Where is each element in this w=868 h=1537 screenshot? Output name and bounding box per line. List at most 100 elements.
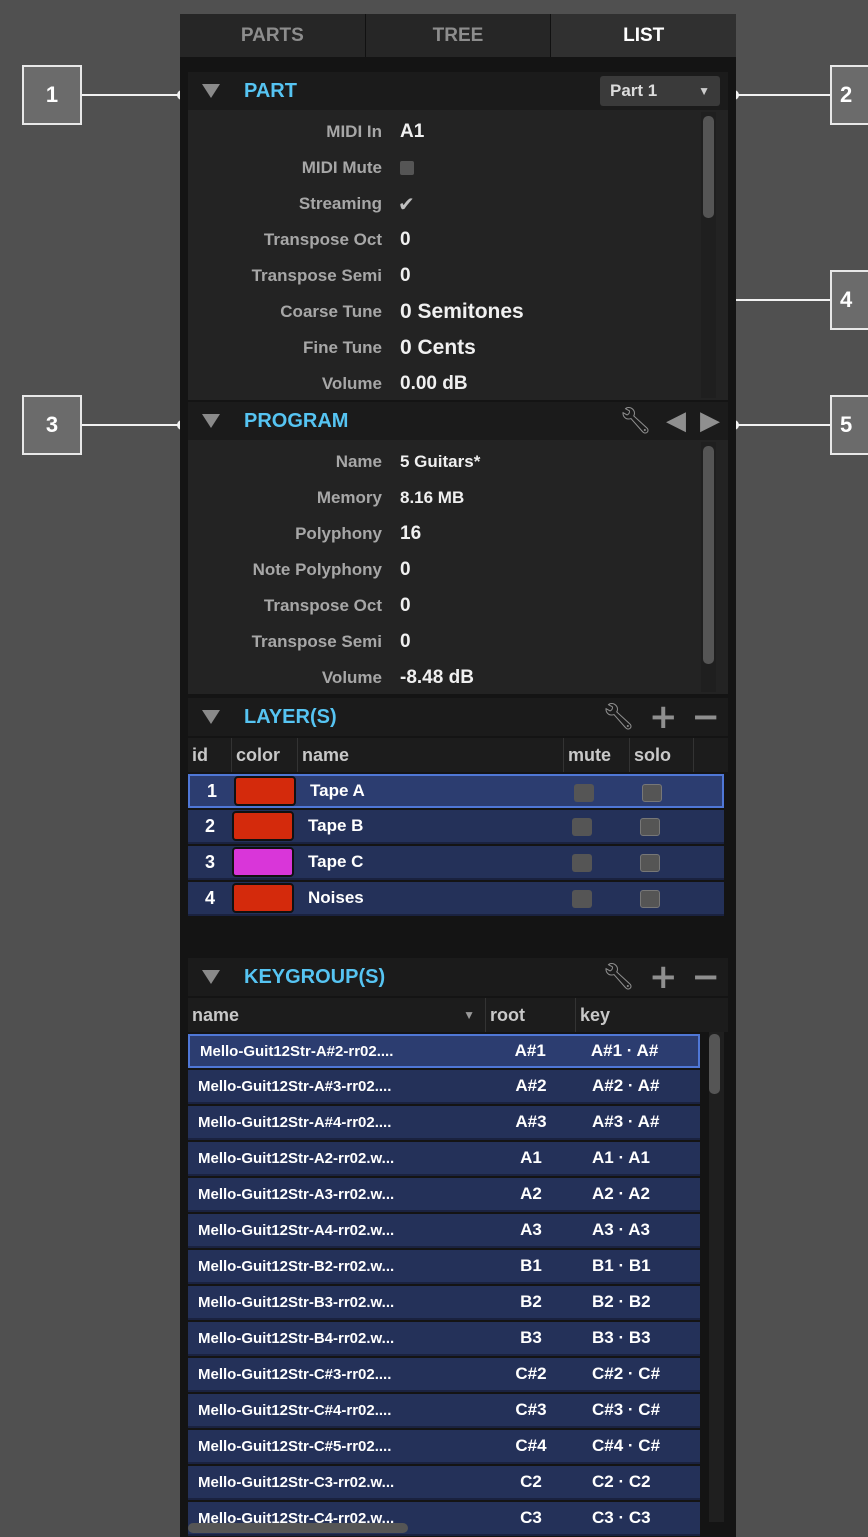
collapse-triangle-icon[interactable]: [202, 970, 220, 984]
layer-mute-checkbox[interactable]: [572, 890, 592, 908]
polyphony-value[interactable]: 16: [400, 523, 421, 545]
program-volume-value[interactable]: -8.48 dB: [400, 667, 474, 689]
collapse-triangle-icon[interactable]: [202, 414, 220, 428]
column-root[interactable]: root: [486, 998, 576, 1032]
keygroup-name: Mello-Guit12Str-B4-rr02.w...: [198, 1329, 395, 1347]
prop-label: Streaming: [298, 194, 382, 213]
layer-color-swatch[interactable]: [232, 847, 294, 877]
tab-tree[interactable]: TREE: [365, 14, 552, 57]
fine-tune-value[interactable]: 0 Cents: [400, 336, 476, 360]
layer-row[interactable]: 2 Tape B: [188, 810, 724, 844]
column-key[interactable]: key: [576, 998, 728, 1032]
keygroup-row[interactable]: Mello-Guit12Str-C#5-rr02.... C#4 C#4 · C#: [188, 1430, 700, 1464]
layer-id: 2: [204, 815, 215, 836]
midi-in-value[interactable]: A1: [400, 121, 424, 143]
keygroups-horizontal-scrollbar[interactable]: [188, 1523, 408, 1533]
transpose-oct-value[interactable]: 0: [400, 229, 411, 251]
keygroup-row[interactable]: Mello-Guit12Str-A#2-rr02.... A#1 A#1 · A#: [188, 1034, 700, 1068]
wrench-icon[interactable]: 🔧︎: [602, 704, 635, 730]
layer-name: Tape B: [308, 816, 364, 835]
add-icon[interactable]: +: [649, 960, 678, 994]
note-polyphony-value[interactable]: 0: [400, 559, 411, 581]
layer-solo-checkbox[interactable]: [640, 818, 660, 836]
layer-color-swatch[interactable]: [232, 811, 294, 841]
keygroup-root: B1: [520, 1256, 542, 1275]
layers-section-header[interactable]: LAYER(S) 🔧︎ + −: [188, 698, 728, 736]
wrench-icon[interactable]: 🔧︎: [602, 964, 635, 990]
prop-midi-mute: MIDI Mute: [188, 150, 698, 186]
transpose-oct-value[interactable]: 0: [400, 595, 411, 617]
keygroup-row[interactable]: Mello-Guit12Str-A#3-rr02.... A#2 A#2 · A#: [188, 1070, 700, 1104]
prop-label: Transpose Oct: [263, 596, 382, 615]
program-name-value[interactable]: 5 Guitars*: [400, 452, 480, 472]
part-properties: MIDI In A1 MIDI Mute Streaming ✔ Transpo…: [188, 110, 728, 400]
layer-row[interactable]: 1 Tape A: [188, 774, 724, 808]
part-section-header[interactable]: PART Part 1 ▼: [188, 72, 728, 110]
layer-solo-checkbox[interactable]: [640, 890, 660, 908]
tab-parts[interactable]: PARTS: [180, 14, 366, 57]
layer-mute-checkbox[interactable]: [574, 784, 594, 802]
column-solo[interactable]: solo: [630, 738, 694, 772]
column-mute[interactable]: mute: [564, 738, 630, 772]
layer-mute-checkbox[interactable]: [572, 818, 592, 836]
layer-name: Noises: [308, 888, 364, 907]
prop-note-polyphony: Note Polyphony 0: [188, 552, 698, 588]
collapse-triangle-icon[interactable]: [202, 710, 220, 724]
prop-volume: Volume -8.48 dB: [188, 660, 698, 696]
callout-3: 3: [22, 395, 82, 455]
layer-color-swatch[interactable]: [232, 883, 294, 913]
layer-color-swatch[interactable]: [234, 776, 296, 806]
transpose-semi-value[interactable]: 0: [400, 631, 411, 653]
part-selector-dropdown[interactable]: Part 1 ▼: [600, 76, 720, 106]
keygroups-scrollbar[interactable]: [709, 1034, 720, 1094]
tab-list[interactable]: LIST: [551, 14, 736, 57]
part-scrollbar[interactable]: [703, 116, 714, 218]
prop-label: MIDI In: [326, 122, 382, 141]
collapse-triangle-icon[interactable]: [202, 84, 220, 98]
remove-icon[interactable]: −: [692, 960, 721, 994]
keygroup-row[interactable]: Mello-Guit12Str-A2-rr02.w... A1 A1 · A1: [188, 1142, 700, 1176]
keygroup-row[interactable]: Mello-Guit12Str-C3-rr02.w... C2 C2 · C2: [188, 1466, 700, 1500]
keygroup-row[interactable]: Mello-Guit12Str-A#4-rr02.... A#3 A#3 · A#: [188, 1106, 700, 1140]
midi-mute-checkbox[interactable]: [400, 161, 414, 175]
keygroup-row[interactable]: Mello-Guit12Str-A4-rr02.w... A3 A3 · A3: [188, 1214, 700, 1248]
keygroup-key: A#3 · A#: [592, 1112, 660, 1131]
transpose-semi-value[interactable]: 0: [400, 265, 411, 287]
previous-arrow-icon[interactable]: ◀: [666, 408, 686, 434]
layer-row[interactable]: 4 Noises: [188, 882, 724, 916]
coarse-tune-value[interactable]: 0 Semitones: [400, 300, 524, 324]
prop-fine-tune: Fine Tune 0 Cents: [188, 330, 698, 366]
part-volume-value[interactable]: 0.00 dB: [400, 373, 468, 395]
next-arrow-icon[interactable]: ▶: [700, 408, 720, 434]
column-name[interactable]: name ▼: [188, 998, 486, 1032]
layer-row[interactable]: 3 Tape C: [188, 846, 724, 880]
keygroups-section-header[interactable]: KEYGROUP(S) 🔧︎ + −: [188, 958, 728, 996]
layer-name: Tape A: [310, 781, 365, 800]
keygroup-row[interactable]: Mello-Guit12Str-A3-rr02.w... A2 A2 · A2: [188, 1178, 700, 1212]
keygroup-row[interactable]: Mello-Guit12Str-B2-rr02.w... B1 B1 · B1: [188, 1250, 700, 1284]
add-icon[interactable]: +: [649, 700, 678, 734]
column-name[interactable]: name: [298, 738, 564, 772]
layer-solo-checkbox[interactable]: [640, 854, 660, 872]
keygroup-row[interactable]: Mello-Guit12Str-C#4-rr02.... C#3 C#3 · C#: [188, 1394, 700, 1428]
prop-label: Transpose Oct: [263, 230, 382, 249]
program-scrollbar[interactable]: [703, 446, 714, 664]
program-section-header[interactable]: PROGRAM 🔧︎ ◀ ▶: [188, 402, 728, 440]
keygroup-key: A#1 · A#: [590, 1041, 659, 1060]
remove-icon[interactable]: −: [692, 700, 721, 734]
keygroup-root: A1: [520, 1148, 542, 1167]
keygroup-row[interactable]: Mello-Guit12Str-B4-rr02.w... B3 B3 · B3: [188, 1322, 700, 1356]
column-id[interactable]: id: [188, 738, 232, 772]
prop-transpose-semi: Transpose Semi 0: [188, 258, 698, 294]
keygroup-root: C#2: [515, 1364, 547, 1383]
keygroup-row[interactable]: Mello-Guit12Str-B3-rr02.w... B2 B2 · B2: [188, 1286, 700, 1320]
callout-4: 4: [830, 270, 868, 330]
wrench-icon[interactable]: 🔧︎: [619, 408, 652, 434]
layer-solo-checkbox[interactable]: [642, 784, 662, 802]
column-color[interactable]: color: [232, 738, 298, 772]
keygroups-scroll-track[interactable]: [709, 1032, 724, 1522]
streaming-checkbox[interactable]: ✔: [398, 192, 415, 216]
layer-mute-checkbox[interactable]: [572, 854, 592, 872]
keygroup-row[interactable]: Mello-Guit12Str-C#3-rr02.... C#2 C#2 · C#: [188, 1358, 700, 1392]
layer-id: 4: [204, 887, 215, 908]
